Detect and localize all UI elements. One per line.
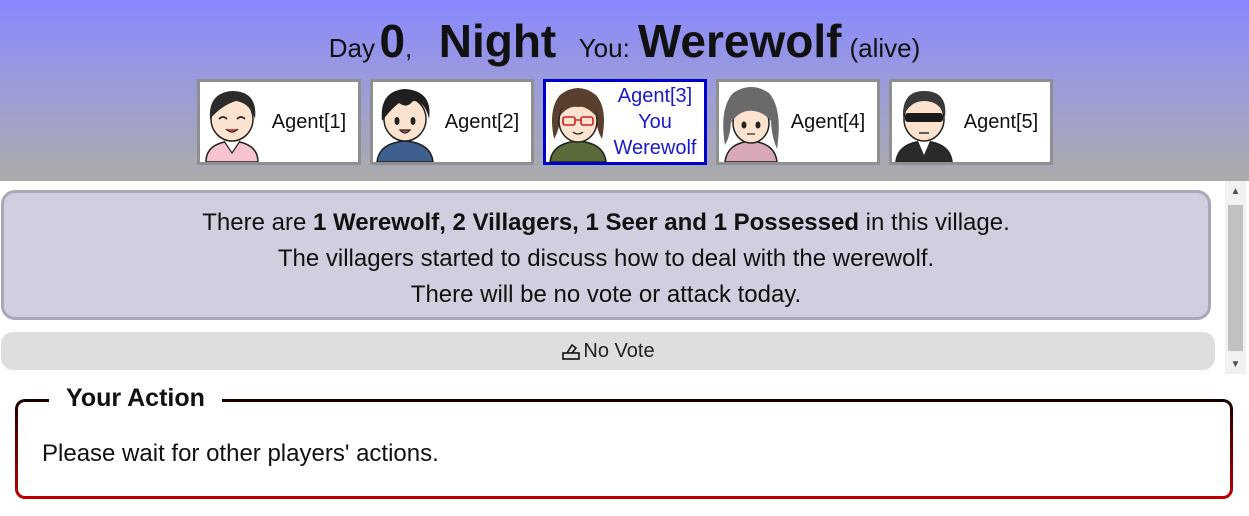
agent-list: Agent[1] Agent[2] Agent[3] You Werewolf … <box>197 79 1053 165</box>
day-number: 0 <box>379 15 406 67</box>
you-label: You: <box>578 33 630 63</box>
agent-card-5[interactable]: Agent[5] <box>889 79 1053 165</box>
day-comma: , <box>405 33 413 63</box>
action-wait-message: Please wait for other players' actions. <box>42 440 439 467</box>
scrollbar-thumb[interactable] <box>1228 205 1243 351</box>
message-line-1: There are 1 Werewolf, 2 Villagers, 1 See… <box>4 205 1208 241</box>
day-label: Day <box>328 33 375 63</box>
message-text: There are <box>202 209 313 236</box>
alive-status: (alive) <box>849 33 921 63</box>
message-line-2: The villagers started to discuss how to … <box>277 245 935 272</box>
agent-name: Agent[3] <box>617 85 693 107</box>
woman-with-glasses-avatar <box>549 88 607 162</box>
role-label: Werewolf <box>637 15 842 67</box>
agent-card-4[interactable]: Agent[4] <box>716 79 880 165</box>
game-header: Day 0, Night You: Werewolf (alive) Agent[1… <box>0 0 1249 181</box>
game-status-line: Day 0, Night You: Werewolf (alive) <box>0 14 1249 74</box>
agent-name: Agent[4] <box>790 110 866 133</box>
agent-name: Agent[2] <box>444 110 520 133</box>
agent-card-1[interactable]: Agent[1] <box>197 79 361 165</box>
agent-role: Werewolf <box>613 137 697 159</box>
smiling-girl-avatar <box>205 91 259 162</box>
no-vote-row: No Vote <box>1 332 1215 370</box>
you-indicator: You <box>638 111 672 133</box>
ballot-box-icon <box>562 343 581 360</box>
gray-haired-girl-avatar <box>723 87 779 162</box>
scroll-up-arrow-icon[interactable]: ▲ <box>1225 181 1246 201</box>
agent-name: Agent[5] <box>963 110 1039 133</box>
system-message: There are 1 Werewolf, 2 Villagers, 1 See… <box>1 190 1211 320</box>
agent-name: Agent[1] <box>271 110 347 133</box>
message-text: in this village. <box>859 209 1010 236</box>
vertical-scrollbar[interactable]: ▲ ▼ <box>1225 181 1246 374</box>
phase-label: Night <box>438 15 557 67</box>
your-action-legend: Your Action <box>49 381 222 415</box>
agent-name-you: Agent[3] You Werewolf <box>610 82 700 162</box>
scroll-down-arrow-icon[interactable]: ▼ <box>1225 354 1246 374</box>
smiling-boy-avatar <box>376 89 434 162</box>
man-with-sunglasses-avatar <box>895 91 953 162</box>
agent-card-2[interactable]: Agent[2] <box>370 79 534 165</box>
log-scroll-area[interactable]: There are 1 Werewolf, 2 Villagers, 1 See… <box>0 181 1249 374</box>
message-line-3: There will be no vote or attack today. <box>410 281 802 308</box>
role-composition: 1 Werewolf, 2 Villagers, 1 Seer and 1 Po… <box>312 209 860 236</box>
agent-card-3-you[interactable]: Agent[3] You Werewolf <box>543 79 707 165</box>
no-vote-label: No Vote <box>583 339 655 362</box>
